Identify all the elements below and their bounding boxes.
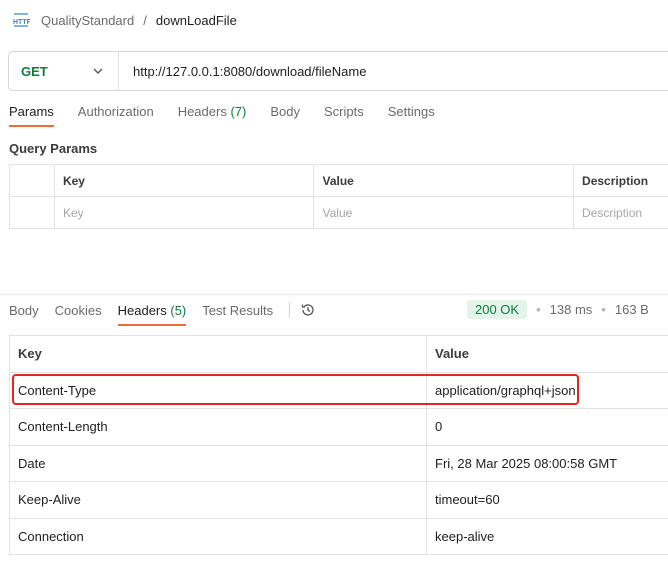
checkbox-cell [9, 196, 55, 229]
table-row: Content-Length 0 [9, 408, 668, 446]
tab-headers[interactable]: Headers (7) [178, 104, 247, 127]
tab-scripts[interactable]: Scripts [324, 104, 364, 127]
url-input[interactable]: http://127.0.0.1:8080/download/fileName [119, 64, 366, 79]
tab-authorization[interactable]: Authorization [78, 104, 154, 127]
query-params-table: Key Value Description Key Value Descript… [9, 164, 668, 229]
column-key: Key [9, 335, 427, 373]
response-headers-count: (5) [170, 303, 187, 318]
key-input[interactable]: Key [53, 196, 315, 229]
tab-settings[interactable]: Settings [388, 104, 435, 127]
query-params-title: Query Params [9, 141, 98, 156]
column-description: Description [573, 164, 668, 197]
chevron-down-icon [93, 68, 103, 74]
headers-count: (7) [230, 104, 247, 119]
header-key: Keep-Alive [9, 481, 427, 519]
response-meta: 200 OK • 138 ms • 163 B [467, 300, 649, 319]
header-value: 0 [426, 408, 668, 446]
history-icon[interactable] [300, 302, 316, 318]
request-tabs: Params Authorization Headers (7) Body Sc… [9, 104, 459, 127]
tab-separator [289, 302, 291, 318]
value-input[interactable]: Value [313, 196, 575, 229]
table-row: Connection keep-alive [9, 517, 668, 555]
response-time[interactable]: 138 ms [550, 302, 593, 317]
response-divider [0, 294, 668, 295]
header-key: Content-Type [9, 371, 427, 409]
tab-params[interactable]: Params [9, 104, 54, 127]
tab-response-body[interactable]: Body [9, 300, 39, 326]
header-value: Fri, 28 Mar 2025 08:00:58 GMT [426, 444, 668, 482]
header-key: Date [9, 444, 427, 482]
tab-response-headers[interactable]: Headers (5) [117, 300, 187, 326]
response-size[interactable]: 163 B [615, 302, 649, 317]
checkbox-cell [9, 164, 55, 197]
svg-text:HTTP: HTTP [13, 19, 30, 26]
header-key: Connection [9, 517, 427, 555]
dot-separator: • [601, 302, 606, 317]
tab-test-results[interactable]: Test Results [202, 300, 273, 326]
table-header-row: Key Value [9, 335, 668, 373]
dot-separator: • [536, 302, 541, 317]
column-value: Value [313, 164, 575, 197]
http-icon: HTTP [13, 13, 30, 27]
tab-body[interactable]: Body [270, 104, 300, 127]
header-value: keep-alive [426, 517, 668, 555]
table-row: Content-Type application/graphql+json [9, 371, 668, 409]
table-header-row: Key Value Description [9, 164, 668, 197]
method-label: GET [21, 63, 48, 79]
column-key: Key [53, 164, 315, 197]
request-bar: GET http://127.0.0.1:8080/download/fileN… [8, 51, 668, 91]
method-select[interactable]: GET [9, 52, 119, 90]
response-headers-table: Key Value Content-Type application/graph… [9, 335, 668, 555]
header-value: timeout=60 [426, 481, 668, 519]
table-row: Keep-Alive timeout=60 [9, 481, 668, 519]
description-input[interactable]: Description [573, 196, 668, 229]
table-row: Key Value Description [9, 196, 668, 229]
table-row: Date Fri, 28 Mar 2025 08:00:58 GMT [9, 444, 668, 482]
request-name[interactable]: downLoadFile [156, 13, 237, 28]
response-tabs: Body Cookies Headers (5) Test Results [9, 300, 316, 326]
header-key: Content-Length [9, 408, 427, 446]
tab-cookies[interactable]: Cookies [55, 300, 102, 326]
breadcrumb-collection[interactable]: QualityStandard [41, 13, 134, 28]
header-value: application/graphql+json [426, 371, 668, 409]
status-badge[interactable]: 200 OK [467, 300, 528, 319]
column-value: Value [426, 335, 668, 373]
breadcrumb: HTTP QualityStandard / downLoadFile [12, 10, 237, 30]
breadcrumb-separator: / [143, 12, 147, 28]
